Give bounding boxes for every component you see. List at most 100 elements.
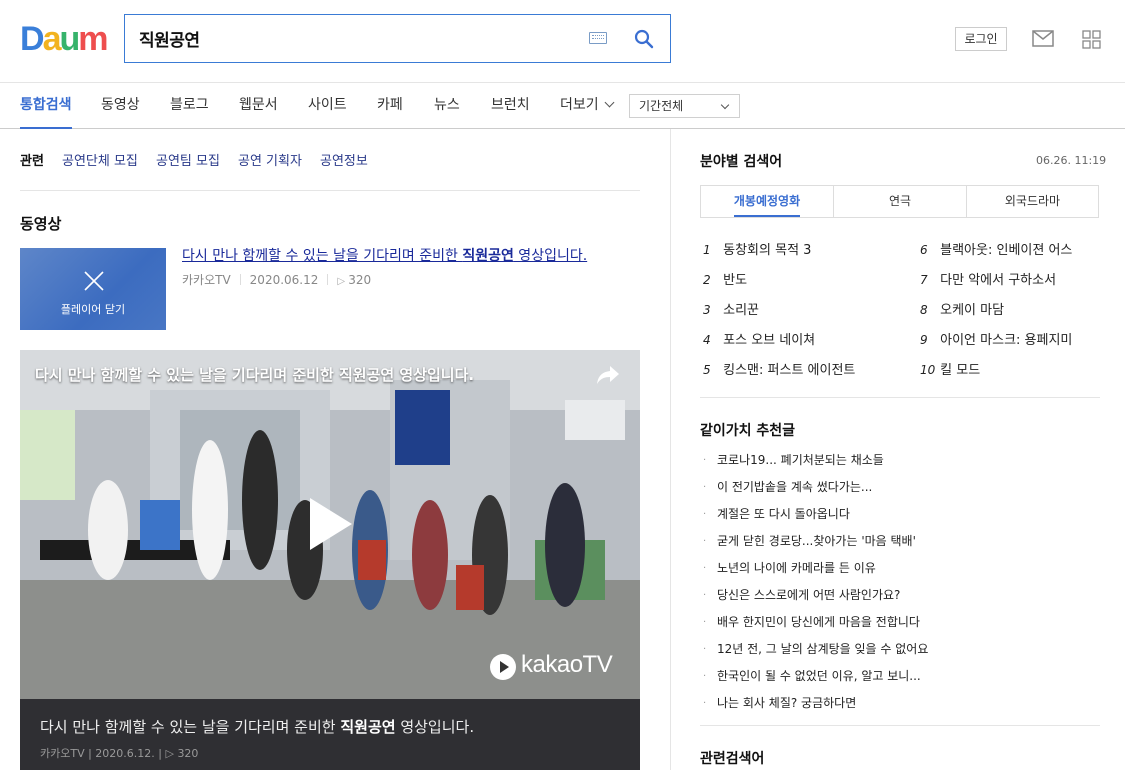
player-caption-bar: 다시 만나 함께할 수 있는 날을 기다리며 준비한 직원공연 영상입니다. 카… [20, 699, 640, 770]
rank-number: 1 [703, 243, 711, 257]
player-caption-title: 다시 만나 함께할 수 있는 날을 기다리며 준비한 직원공연 영상입니다. [40, 716, 474, 737]
bullet: · [703, 563, 707, 574]
recommend-label: 굳게 닫힌 경로당...찾아가는 '마음 택배' [717, 534, 916, 548]
related-link[interactable]: 공연정보 [320, 150, 368, 169]
related-link[interactable]: 공연단체 모집 [62, 150, 138, 169]
video-title-link[interactable]: 다시 만나 함께할 수 있는 날을 기다리며 준비한 직원공연 영상입니다. [182, 245, 587, 265]
rank-number: 6 [920, 243, 928, 257]
meta-separator [239, 274, 241, 285]
ranking-title: 분야별 검색어 [700, 154, 783, 170]
search-box [124, 14, 671, 63]
daum-logo[interactable]: Daum [20, 20, 109, 58]
tab-brunch[interactable]: 브런치 [491, 83, 530, 129]
kakaotv-logo: kakaoTV [489, 650, 624, 684]
video-section-title: 동영상 [20, 215, 62, 233]
ranking-item[interactable]: 1 동창회의 목적 3 [703, 239, 811, 258]
keyboard-icon[interactable] [589, 32, 607, 44]
recommend-item[interactable]: · 굳게 닫힌 경로당...찾아가는 '마음 택배' [703, 532, 916, 549]
share-icon[interactable] [596, 364, 620, 386]
mail-icon[interactable] [1032, 30, 1054, 47]
tab-integrated[interactable]: 통합검색 [20, 83, 72, 129]
period-select[interactable]: 기간전체 [629, 94, 740, 118]
recommend-label: 나는 회사 체질? 궁금하다면 [717, 696, 857, 710]
player-caption-meta: 카카오TV | 2020.6.12. | ▷ 320 [40, 747, 199, 760]
recommend-label: 이 전기밥솥을 계속 썼다가는... [717, 480, 873, 494]
tab-video[interactable]: 동영상 [101, 83, 140, 129]
related-link[interactable]: 공연팀 모집 [156, 150, 220, 169]
column-divider [670, 129, 671, 770]
bullet: · [703, 509, 707, 520]
close-icon[interactable] [83, 270, 105, 292]
caption-suffix: 영상입니다. [395, 718, 475, 736]
search-icon[interactable] [634, 29, 654, 49]
recommend-label: 당신은 스스로에게 어떤 사람인가요? [717, 588, 901, 602]
logo-letter-d: D [20, 20, 45, 58]
caption-prefix: 다시 만나 함께할 수 있는 날을 기다리며 준비한 [40, 718, 341, 736]
ranking-item[interactable]: 8 오케이 마담 [920, 299, 1004, 318]
rank-label: 킬 모드 [940, 363, 981, 378]
rank-number: 8 [920, 303, 928, 317]
ranking-tab-movie[interactable]: 개봉예정영화 [701, 186, 833, 217]
ranking-item[interactable]: 7 다만 악에서 구하소서 [920, 269, 1056, 288]
tab-more[interactable]: 더보기 [560, 83, 615, 129]
video-source[interactable]: 카카오TV [182, 273, 231, 287]
recommend-item[interactable]: · 이 전기밥솥을 계속 썼다가는... [703, 478, 872, 495]
search-input[interactable] [139, 15, 579, 62]
ranking-item[interactable]: 4 포스 오브 네이쳐 [703, 329, 815, 348]
ranking-item[interactable]: 2 반도 [703, 269, 747, 288]
tab-site[interactable]: 사이트 [308, 83, 347, 129]
bullet: · [703, 617, 707, 628]
recommend-item[interactable]: · 12년 전, 그 날의 삼계탕을 잊을 수 없어요 [703, 640, 928, 657]
recommend-item[interactable]: · 배우 한지민이 당신에게 마음을 전합니다 [703, 613, 920, 630]
rank-label: 킹스맨: 퍼스트 에이전트 [723, 363, 856, 378]
video-title-highlight: 직원공연 [462, 248, 514, 264]
rank-label: 블랙아웃: 인베이젼 어스 [940, 243, 1073, 258]
close-player-label[interactable]: 플레이어 닫기 [20, 301, 166, 317]
kakaotv-play-icon [490, 654, 516, 680]
logo-letter-m: m [78, 20, 108, 58]
tab-blog[interactable]: 블로그 [170, 83, 209, 129]
apps-grid-icon[interactable] [1082, 30, 1101, 49]
recommend-title: 같이가치 추천글 [700, 423, 796, 439]
rank-number: 7 [920, 273, 928, 287]
period-select-value: 기간전체 [639, 99, 684, 113]
rank-label: 포스 오브 네이쳐 [723, 333, 816, 348]
recommend-item[interactable]: · 노년의 나이에 카메라를 든 이유 [703, 559, 876, 576]
login-button[interactable]: 로그인 [955, 27, 1007, 51]
ranking-item[interactable]: 9 아이언 마스크: 용페지미 [920, 329, 1072, 348]
recommend-item[interactable]: · 한국인이 될 수 없었던 이유, 알고 보니... [703, 667, 921, 684]
tab-webdoc[interactable]: 웹문서 [239, 83, 278, 129]
recommend-item[interactable]: · 코로나19... 폐기처분되는 채소들 [703, 451, 884, 468]
video-player[interactable]: 다시 만나 함께할 수 있는 날을 기다리며 준비한 직원공연 영상입니다. k… [20, 350, 640, 770]
bullet: · [703, 536, 707, 547]
play-icon[interactable] [308, 496, 354, 552]
ranking-item[interactable]: 3 소리꾼 [703, 299, 759, 318]
rank-number: 5 [703, 363, 711, 377]
video-views: 320 [348, 273, 372, 287]
player-title: 다시 만나 함께할 수 있는 날을 기다리며 준비한 직원공연 영상입니다. [35, 366, 475, 384]
recommend-label: 노년의 나이에 카메라를 든 이유 [717, 561, 876, 575]
recommend-item[interactable]: · 계절은 또 다시 돌아옵니다 [703, 505, 850, 522]
rank-number: 4 [703, 333, 711, 347]
tab-more-label: 더보기 [560, 97, 599, 113]
related-link[interactable]: 공연 기획자 [238, 150, 302, 169]
related-search-title: 관련검색어 [700, 751, 765, 767]
tab-cafe[interactable]: 카페 [377, 83, 403, 129]
recommend-label: 12년 전, 그 날의 삼계탕을 잊을 수 없어요 [717, 642, 929, 656]
ranking-item[interactable]: 5 킹스맨: 퍼스트 에이전트 [703, 359, 855, 378]
rank-label: 동창회의 목적 3 [723, 243, 812, 258]
tab-news[interactable]: 뉴스 [434, 83, 460, 129]
ranking-item[interactable]: 6 블랙아웃: 인베이젼 어스 [920, 239, 1072, 258]
bullet: · [703, 644, 707, 655]
rank-number: 2 [703, 273, 711, 287]
ranking-tabs: 개봉예정영화 연극 외국드라마 [700, 185, 1099, 218]
rank-label: 오케이 마담 [940, 303, 1005, 318]
related-title: 관련 [20, 154, 44, 169]
recommend-item[interactable]: · 나는 회사 체질? 궁금하다면 [703, 694, 856, 711]
ranking-tab-play[interactable]: 연극 [833, 186, 966, 217]
rank-number: 3 [703, 303, 711, 317]
ranking-tab-drama[interactable]: 외국드라마 [966, 186, 1098, 217]
video-thumbnail[interactable]: 플레이어 닫기 [20, 248, 166, 330]
ranking-item[interactable]: 10 킬 모드 [920, 359, 980, 378]
recommend-item[interactable]: · 당신은 스스로에게 어떤 사람인가요? [703, 586, 900, 603]
